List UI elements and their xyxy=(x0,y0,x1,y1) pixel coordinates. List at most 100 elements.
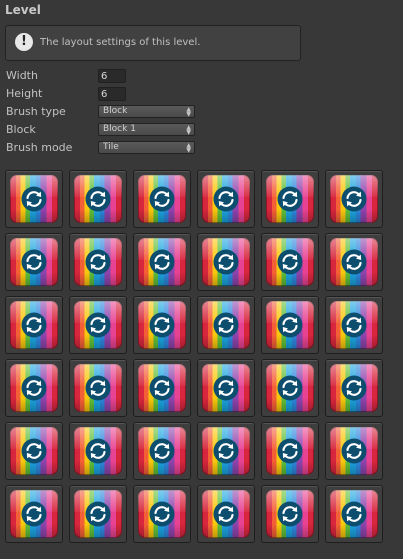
grid-cell[interactable] xyxy=(261,359,319,417)
grid-cell[interactable] xyxy=(197,170,255,228)
refresh-icon xyxy=(149,186,175,212)
rainbow-refresh-block-icon xyxy=(202,175,250,223)
grid-cell[interactable] xyxy=(197,422,255,480)
rainbow-refresh-block-icon xyxy=(202,238,250,286)
rainbow-refresh-block-icon xyxy=(202,364,250,412)
rainbow-refresh-block-icon xyxy=(10,427,58,475)
refresh-icon xyxy=(341,312,367,338)
refresh-icon xyxy=(21,375,47,401)
rainbow-refresh-block-icon xyxy=(266,490,314,538)
grid-cell[interactable] xyxy=(197,359,255,417)
refresh-icon xyxy=(213,438,239,464)
rainbow-refresh-block-icon xyxy=(74,427,122,475)
grid-cell[interactable] xyxy=(325,422,383,480)
grid-cell[interactable] xyxy=(69,485,127,543)
refresh-icon xyxy=(277,438,303,464)
grid-cell[interactable] xyxy=(69,359,127,417)
grid-cell[interactable] xyxy=(325,485,383,543)
rainbow-refresh-block-icon xyxy=(266,364,314,412)
help-message: The layout settings of this level. xyxy=(40,37,201,48)
rainbow-refresh-block-icon xyxy=(10,175,58,223)
rainbow-refresh-block-icon xyxy=(74,364,122,412)
grid-cell[interactable] xyxy=(197,485,255,543)
rainbow-refresh-block-icon xyxy=(10,490,58,538)
rainbow-refresh-block-icon xyxy=(138,427,186,475)
rainbow-refresh-block-icon xyxy=(330,364,378,412)
rainbow-refresh-block-icon xyxy=(202,427,250,475)
grid-cell[interactable] xyxy=(261,233,319,291)
rainbow-refresh-block-icon xyxy=(266,301,314,349)
grid-cell[interactable] xyxy=(133,422,191,480)
grid-cell[interactable] xyxy=(69,422,127,480)
grid-cell[interactable] xyxy=(133,296,191,354)
grid-cell[interactable] xyxy=(261,170,319,228)
rainbow-refresh-block-icon xyxy=(10,301,58,349)
dropdown-arrows-icon: ▲ ▼ xyxy=(186,124,191,136)
width-input[interactable] xyxy=(98,69,126,83)
rainbow-refresh-block-icon xyxy=(202,301,250,349)
grid-cell[interactable] xyxy=(5,359,63,417)
refresh-icon xyxy=(213,249,239,275)
block-value: Block 1 xyxy=(103,124,136,134)
grid-cell[interactable] xyxy=(69,296,127,354)
rainbow-refresh-block-icon xyxy=(266,427,314,475)
section-title: Level xyxy=(5,3,41,17)
grid-cell[interactable] xyxy=(5,170,63,228)
refresh-icon xyxy=(341,249,367,275)
refresh-icon xyxy=(149,375,175,401)
rainbow-refresh-block-icon xyxy=(330,490,378,538)
rainbow-refresh-block-icon xyxy=(330,175,378,223)
rainbow-refresh-block-icon xyxy=(74,301,122,349)
brush-mode-dropdown[interactable]: Tile ▲ ▼ xyxy=(98,141,195,154)
grid-cell[interactable] xyxy=(261,422,319,480)
grid-cell[interactable] xyxy=(5,233,63,291)
grid-cell[interactable] xyxy=(133,170,191,228)
grid-cell[interactable] xyxy=(133,485,191,543)
height-input[interactable] xyxy=(98,87,126,101)
grid-cell[interactable] xyxy=(325,233,383,291)
block-label: Block xyxy=(6,123,36,136)
refresh-icon xyxy=(85,186,111,212)
brush-type-value: Block xyxy=(103,106,128,116)
refresh-icon xyxy=(213,186,239,212)
grid-cell[interactable] xyxy=(197,296,255,354)
help-box: ! The layout settings of this level. xyxy=(5,25,301,61)
grid-cell[interactable] xyxy=(197,233,255,291)
rainbow-refresh-block-icon xyxy=(330,238,378,286)
refresh-icon xyxy=(277,501,303,527)
brush-mode-label: Brush mode xyxy=(6,141,73,154)
refresh-icon xyxy=(85,375,111,401)
block-dropdown[interactable]: Block 1 ▲ ▼ xyxy=(98,123,195,136)
grid-cell[interactable] xyxy=(5,422,63,480)
brush-mode-value: Tile xyxy=(103,142,119,152)
grid-cell[interactable] xyxy=(69,233,127,291)
rainbow-refresh-block-icon xyxy=(266,238,314,286)
refresh-icon xyxy=(21,249,47,275)
grid-cell[interactable] xyxy=(5,485,63,543)
rainbow-refresh-block-icon xyxy=(74,175,122,223)
grid-cell[interactable] xyxy=(325,359,383,417)
grid-cell[interactable] xyxy=(5,296,63,354)
grid-cell[interactable] xyxy=(261,485,319,543)
grid-cell[interactable] xyxy=(325,170,383,228)
refresh-icon xyxy=(149,501,175,527)
refresh-icon xyxy=(85,438,111,464)
refresh-icon xyxy=(341,186,367,212)
rainbow-refresh-block-icon xyxy=(74,490,122,538)
grid-cell[interactable] xyxy=(325,296,383,354)
grid-cell[interactable] xyxy=(69,170,127,228)
rainbow-refresh-block-icon xyxy=(138,175,186,223)
rainbow-refresh-block-icon xyxy=(10,238,58,286)
grid-cell[interactable] xyxy=(133,359,191,417)
rainbow-refresh-block-icon xyxy=(138,364,186,412)
brush-type-dropdown[interactable]: Block ▲ ▼ xyxy=(98,105,195,118)
refresh-icon xyxy=(213,375,239,401)
rainbow-refresh-block-icon xyxy=(74,238,122,286)
dropdown-arrows-icon: ▲ ▼ xyxy=(186,106,191,118)
refresh-icon xyxy=(341,375,367,401)
refresh-icon xyxy=(277,186,303,212)
rainbow-refresh-block-icon xyxy=(266,175,314,223)
grid-cell[interactable] xyxy=(133,233,191,291)
grid-cell[interactable] xyxy=(261,296,319,354)
refresh-icon xyxy=(277,249,303,275)
